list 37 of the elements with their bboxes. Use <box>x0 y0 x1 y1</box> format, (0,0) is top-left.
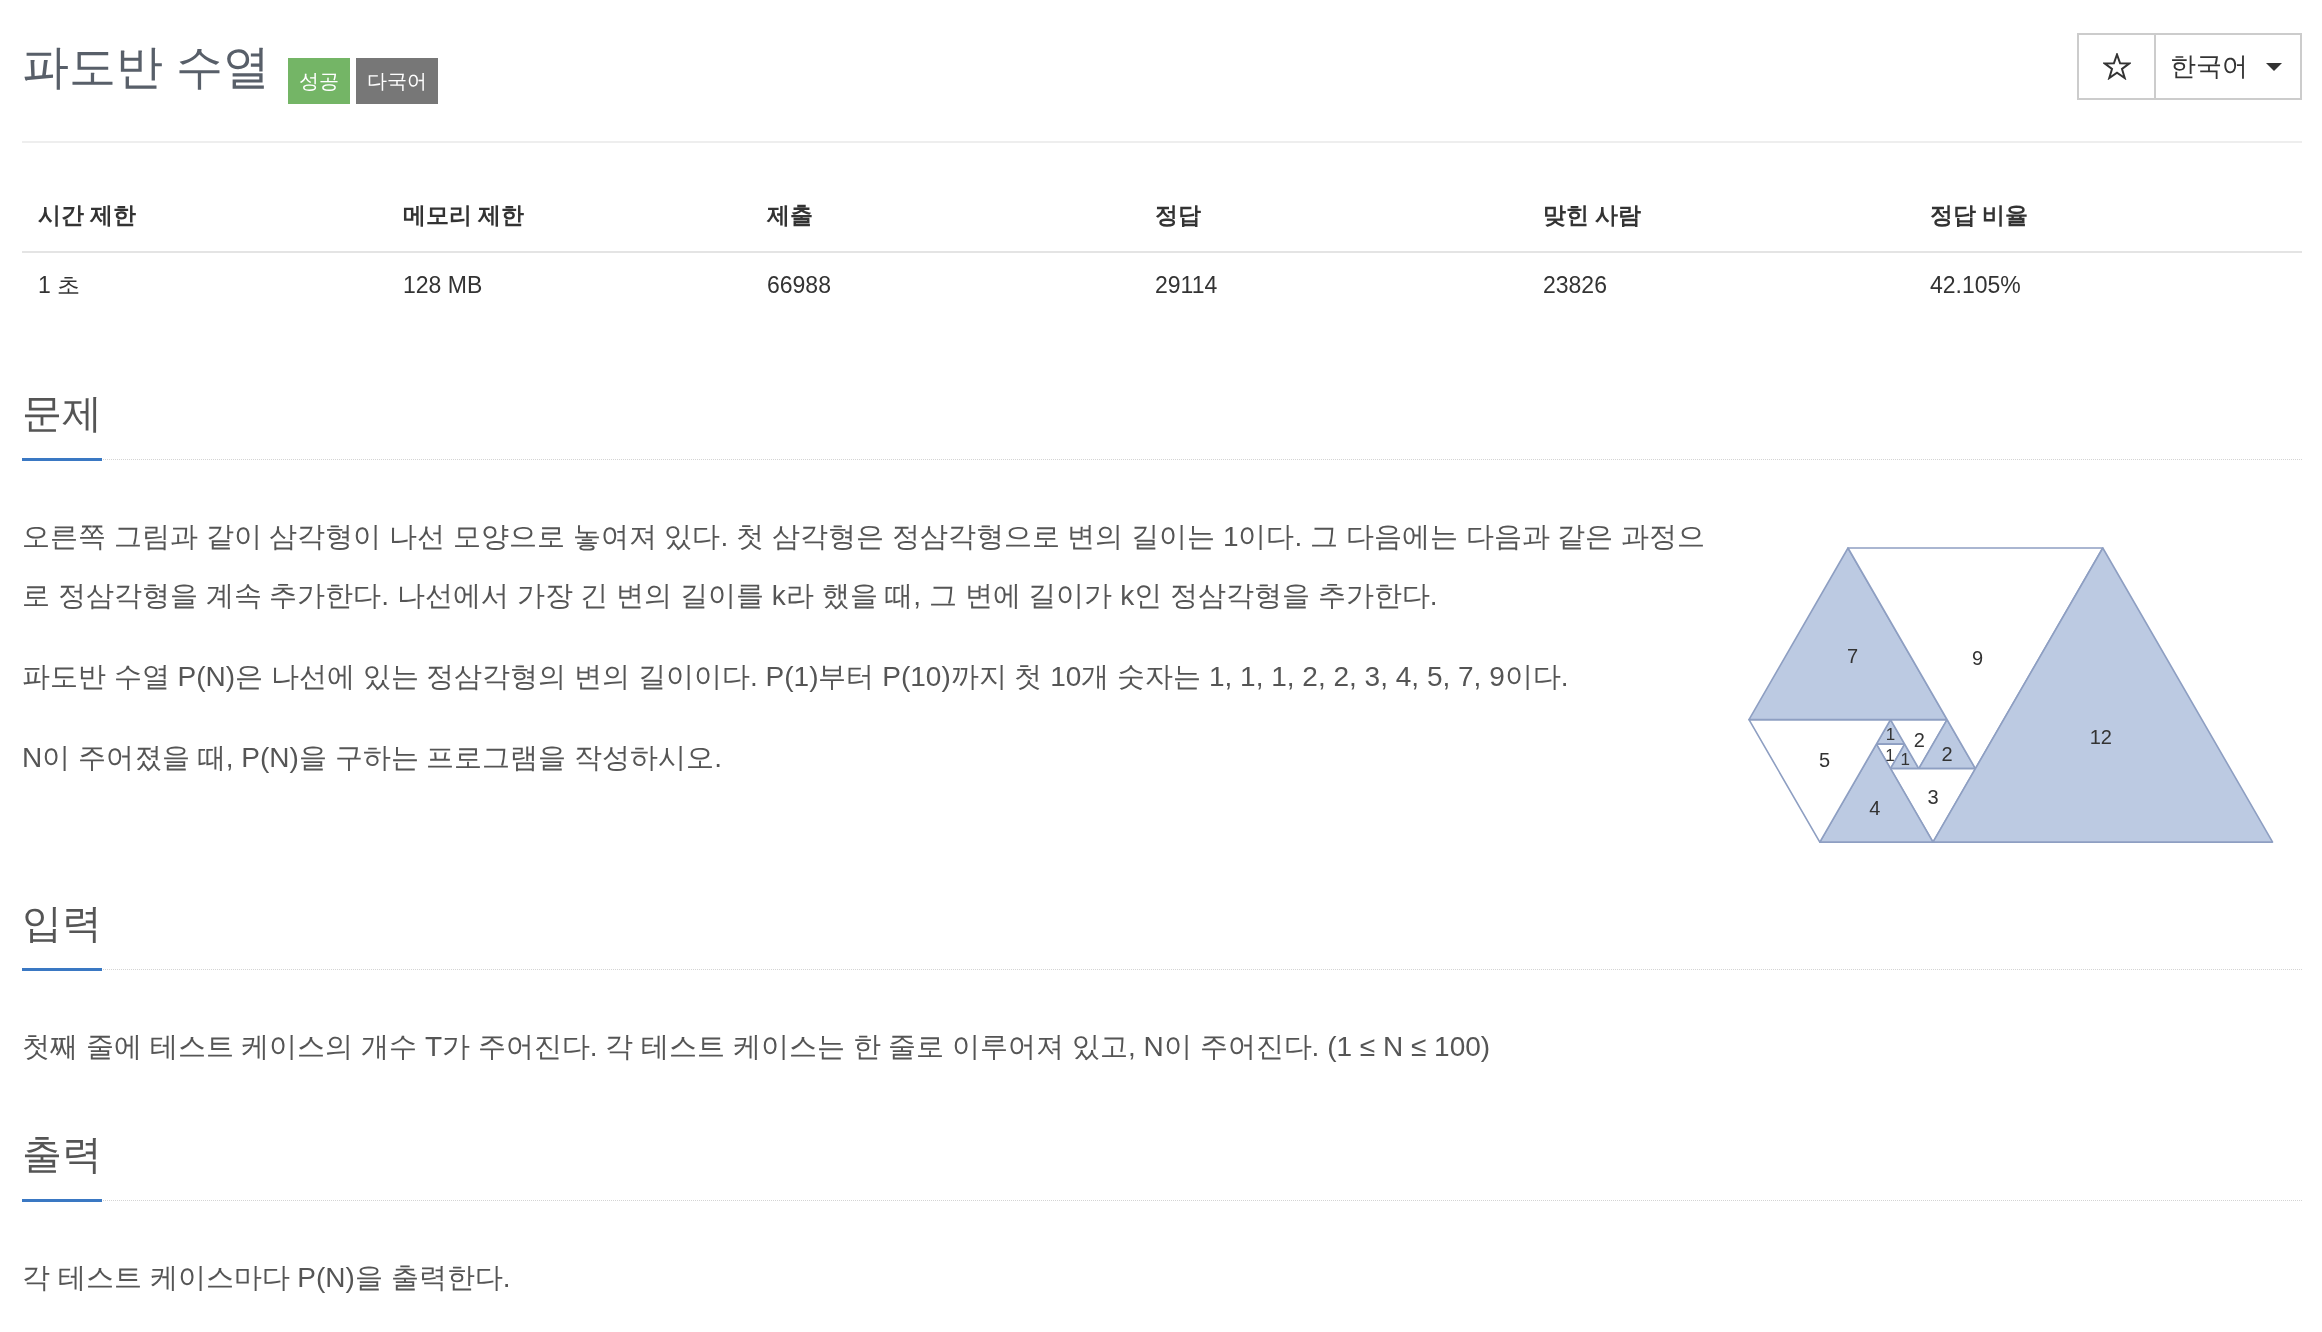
stat-value: 66988 <box>767 272 831 298</box>
paragraph: 오른쪽 그림과 같이 삼각형이 나선 모양으로 놓여져 있다. 첫 삼각형은 정삼각형으로 변의 길이는 1이다. 그 다음에는 다음과 같은 과정으로 정삼각형을 계속 추가한다. 나선에서 가장 긴 변의 길이를 k라 했을 때, 그 변에 길이가 k인 정삼각형을 추가한다. <box>22 520 1707 613</box>
triangle-label: 1 <box>1885 725 1896 745</box>
stat-value: 128 MB <box>403 272 483 298</box>
triangle-label: 1 <box>1885 745 1895 765</box>
triangle-label: 5 <box>1819 749 1831 771</box>
triangle-label: 2 <box>1913 729 1925 752</box>
triangle-label: 12 <box>2089 726 2112 749</box>
column-header: 맞힌 사람 <box>1543 201 1642 228</box>
triangle-label: 4 <box>1869 796 1881 819</box>
problem-title: 파도반 수열 <box>22 39 271 95</box>
triangle-label: 9 <box>1972 647 1984 670</box>
language-dropdown[interactable]: 한국어 <box>2156 33 2302 100</box>
column-header: 정답 <box>1155 201 1201 228</box>
section-title: 문제 <box>22 389 102 461</box>
multilanguage-tag: 다국어 <box>356 58 439 104</box>
star-button[interactable] <box>2077 33 2156 100</box>
caret-icon <box>2266 62 2282 71</box>
section-title: 입력 <box>22 899 102 971</box>
triangle-label: 2 <box>1941 742 1953 765</box>
paragraph: 각 테스트 케이스마다 P(N)을 출력한다. <box>22 1261 511 1295</box>
paragraph: 첫째 줄에 테스트 케이스의 개수 T가 주어진다. 각 테스트 케이스는 한 줄로 이루어져 있고, N이 주어진다. (1 ≤ N ≤ 100) <box>22 1030 1491 1064</box>
column-header: 메모리 제한 <box>403 201 525 228</box>
column-header: 제출 <box>767 201 813 228</box>
section-title: 출력 <box>22 1130 102 1202</box>
triangle-label: 3 <box>1927 785 1939 808</box>
column-header: 시간 제한 <box>38 201 137 228</box>
stat-value: 23826 <box>1543 272 1607 298</box>
stat-value: 42.105% <box>1930 272 2021 298</box>
paragraph: N이 주어졌을 때, P(N)을 구하는 프로그램을 작성하시오. <box>22 741 722 775</box>
column-header: 정답 비율 <box>1930 201 2029 228</box>
solved-tag: 성공 <box>288 58 351 104</box>
triangle-label: 1 <box>1900 750 1910 770</box>
triangle-label: 7 <box>1847 645 1859 668</box>
stat-value: 1 초 <box>38 272 81 298</box>
paragraph: 파도반 수열 P(N)은 나선에 있는 정삼각형의 변의 길이이다. P(1)부터 P(10)까지 첫 10개 숫자는 1, 1, 1, 2, 2, 3, 4, 5, 7, 9이다. <box>22 660 1569 694</box>
stat-value: 29114 <box>1155 272 1218 298</box>
